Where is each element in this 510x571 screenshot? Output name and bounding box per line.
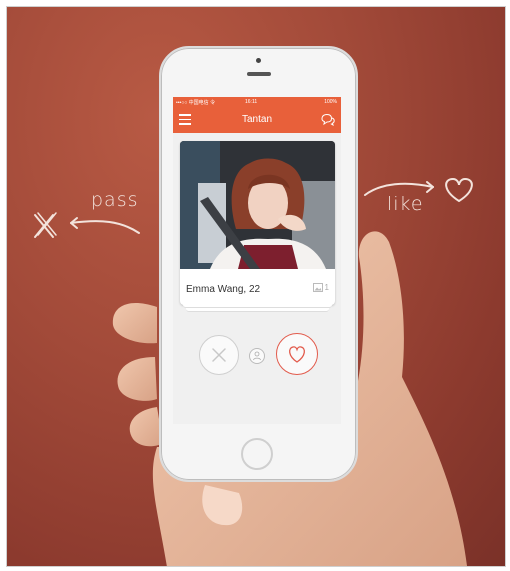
battery-label: 100% [324, 99, 337, 105]
carrier-label: •••○○ 中国电信 令 [176, 100, 216, 106]
nav-bar: Tantan [173, 107, 341, 133]
clock-label: 16:11 [245, 99, 258, 105]
app-screen: •••○○ 中国电信 令 16:11 100% Tantan Emma Wang… [173, 97, 341, 424]
view-profile-button[interactable] [249, 348, 265, 364]
profile-icon [253, 351, 261, 361]
photo-count: 1 [312, 283, 329, 292]
profile-photo [180, 141, 335, 269]
app-title: Tantan [241, 114, 273, 125]
status-bar: •••○○ 中国电信 令 16:11 100% [173, 97, 341, 107]
earpiece [247, 72, 271, 76]
photo-icon [312, 283, 323, 292]
profile-name: Emma Wang, 22 [186, 284, 261, 295]
heart-icon [289, 346, 305, 363]
photo-count-value: 1 [324, 283, 329, 292]
front-camera [256, 58, 261, 63]
chat-bubbles-icon[interactable] [321, 113, 335, 126]
like-button[interactable] [276, 333, 318, 375]
card-stack-edge [186, 308, 329, 312]
promo-frame: pass like •••○○ 中国电信 令 16:11 100% Tantan… [6, 6, 506, 567]
home-button[interactable] [241, 438, 273, 470]
action-bar [173, 327, 341, 387]
profile-card[interactable]: Emma Wang, 22 1 [180, 141, 335, 305]
pass-button[interactable] [199, 335, 239, 375]
close-icon [212, 348, 226, 362]
phone: •••○○ 中国电信 令 16:11 100% Tantan Emma Wang… [159, 46, 358, 482]
